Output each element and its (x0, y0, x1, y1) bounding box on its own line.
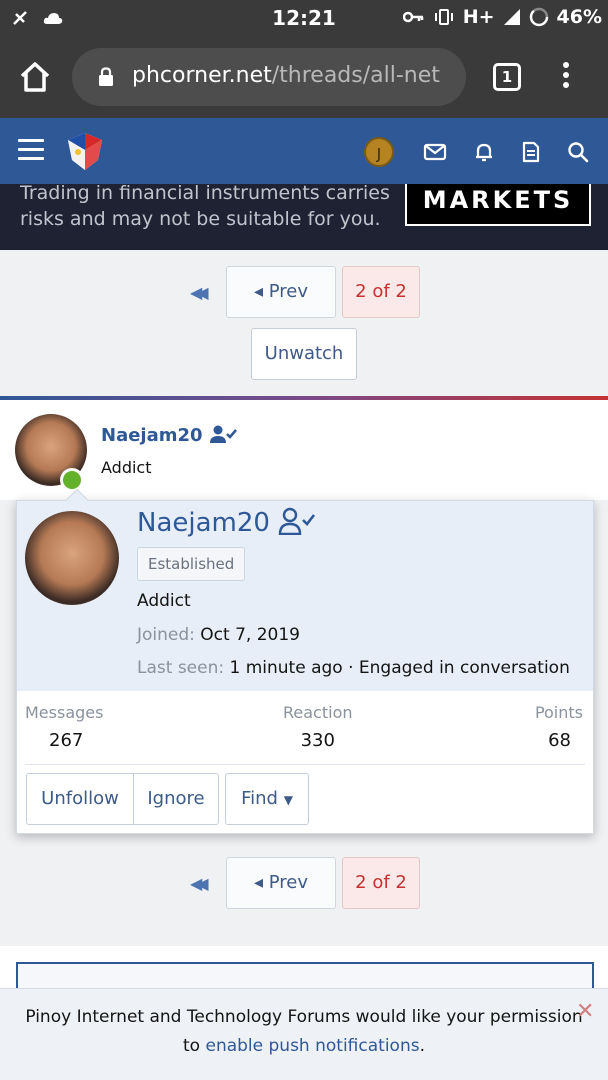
skip-back-icon[interactable]: ◀◀ (190, 874, 208, 893)
site-logo[interactable] (64, 130, 106, 172)
status-bar: 12:21 H+ 46% (0, 0, 608, 36)
post-username-text: Naejam20 (101, 425, 203, 446)
last-seen-row: Last seen: 1 minute ago · Engaged in con… (137, 658, 570, 678)
stat-value: 68 (548, 730, 571, 751)
network-type: H+ (462, 6, 495, 28)
ad-line-2: risks and may not be suitable for you. (20, 208, 381, 230)
browser-menu-button[interactable] (560, 62, 572, 92)
stat-value: 330 (300, 730, 335, 751)
vibrate-icon (434, 9, 453, 25)
member-username[interactable]: Naejam20 (137, 507, 316, 538)
user-check-icon (209, 425, 237, 443)
find-dropdown-button[interactable]: Find ▼ (225, 773, 309, 825)
post-username[interactable]: Naejam20 (101, 424, 237, 446)
address-bar[interactable]: phcorner.net/threads/all-net (72, 48, 466, 106)
member-stats: Messages 267 Reaction 330 Points 68 (17, 691, 593, 765)
find-label: Find (241, 788, 278, 809)
stat-messages: Messages 267 (25, 703, 103, 751)
prev-label: Prev (268, 872, 309, 893)
signal-icon (503, 9, 520, 25)
home-icon[interactable] (18, 60, 52, 94)
pagination-top: ◀◀ ◂ Prev 2 of 2 (0, 266, 608, 318)
url-path: /threads/all-net (271, 63, 440, 88)
skip-back-icon[interactable]: ◀◀ (190, 283, 208, 302)
prev-page-button[interactable]: ◂ Prev (226, 266, 336, 318)
envelope-icon[interactable] (423, 140, 447, 164)
close-icon[interactable]: ✕ (576, 999, 594, 1024)
joined-label: Joined: (137, 625, 195, 645)
battery-icon (529, 7, 548, 27)
last-seen-label: Last seen: (137, 658, 225, 678)
online-status-icon (60, 468, 84, 492)
caret-down-icon: ▼ (283, 793, 293, 807)
joined-value: Oct 7, 2019 (200, 625, 300, 645)
push-notification-notice: Pinoy Internet and Technology Forums wou… (0, 988, 608, 1080)
notice-period: . (419, 1036, 425, 1056)
member-username-text: Naejam20 (137, 508, 270, 538)
stat-label: Points (534, 703, 583, 722)
ad-brand-logo: MARKETS (405, 184, 591, 226)
unfollow-button[interactable]: Unfollow (26, 773, 134, 825)
advertisement-banner[interactable]: Trading in financial instruments carries… (0, 184, 608, 250)
member-avatar[interactable] (25, 511, 119, 605)
document-icon[interactable] (519, 140, 543, 164)
user-check-icon (279, 507, 316, 536)
enable-push-link[interactable]: enable push notifications (205, 1036, 419, 1056)
post-header (0, 400, 608, 500)
url-text: phcorner.net/threads/all-net (132, 63, 440, 88)
stat-label: Reaction (283, 703, 353, 722)
last-seen-value: 1 minute ago · Engaged in conversation (229, 658, 570, 678)
menu-icon[interactable] (18, 139, 44, 161)
prev-page-button[interactable]: ◂ Prev (226, 857, 336, 909)
unwatch-button[interactable]: Unwatch (251, 328, 357, 380)
post-user-title: Addict (101, 458, 152, 477)
notice-to: to (183, 1036, 201, 1056)
battery-percent: 46% (556, 6, 602, 28)
joined-row: Joined: Oct 7, 2019 (137, 625, 300, 645)
notice-text: Pinoy Internet and Technology Forums wou… (25, 1007, 583, 1027)
avatar[interactable]: J (364, 137, 394, 167)
notice-message: Pinoy Internet and Technology Forums wou… (0, 1003, 608, 1061)
prev-label: Prev (268, 281, 309, 302)
key-icon (402, 11, 423, 23)
stat-label: Messages (25, 703, 104, 722)
pagination-bottom: ◀◀ ◂ Prev 2 of 2 (0, 857, 608, 909)
status-right-icons: H+ 46% (402, 6, 602, 28)
tab-switcher-button[interactable]: 1 (493, 63, 521, 91)
bell-icon[interactable] (472, 140, 496, 164)
search-icon[interactable] (566, 140, 590, 164)
url-host: phcorner.net (132, 63, 272, 88)
current-page-indicator[interactable]: 2 of 2 (342, 857, 420, 909)
current-page-indicator[interactable]: 2 of 2 (342, 266, 420, 318)
ignore-button[interactable]: Ignore (133, 773, 219, 825)
ad-disclaimer: Trading in financial instruments carries… (20, 184, 390, 232)
stats-divider (25, 764, 585, 765)
stat-reaction: Reaction 330 (283, 703, 353, 751)
member-rank-badge: Established (137, 547, 246, 581)
site-header (0, 118, 608, 184)
stat-value: 267 (49, 730, 84, 751)
browser-toolbar: phcorner.net/threads/all-net 1 (0, 36, 608, 118)
member-tooltip: Naejam20 Established Addict Joined: Oct … (16, 488, 594, 834)
member-title: Addict (137, 591, 191, 611)
stat-points: Points 68 (535, 703, 583, 751)
ad-line-1: Trading in financial instruments carries (20, 184, 390, 204)
lock-icon (99, 67, 113, 86)
